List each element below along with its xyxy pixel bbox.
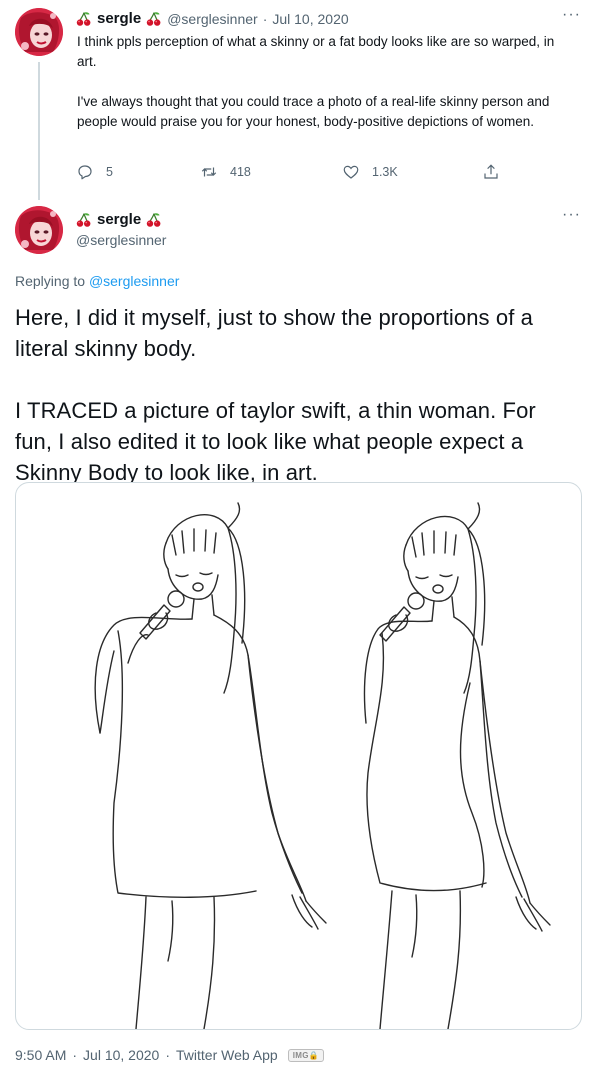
like-count: 1.3K (372, 165, 398, 179)
footer-time[interactable]: 9:50 AM (15, 1047, 66, 1063)
drawing-image (94, 502, 551, 1029)
figure-traced (94, 502, 327, 1029)
figure-edited (363, 502, 551, 1029)
img-badge: IMG🔒 (287, 1048, 324, 1062)
replying-to: Replying to @serglesinner (15, 273, 179, 289)
retweet-count: 418 (230, 165, 251, 179)
separator: · (262, 10, 268, 27)
cherry-icon (146, 11, 162, 27)
tweet2-paragraph-2: I TRACED a picture of taylor swift, a th… (15, 398, 536, 485)
footer-separator: · (72, 1047, 78, 1063)
reply-count: 5 (106, 165, 113, 179)
tweet-footer: 9:50 AM · Jul 10, 2020 · Twitter Web App… (15, 1047, 324, 1063)
footer-separator: · (165, 1047, 171, 1063)
retweet-button[interactable]: 418 (200, 163, 251, 181)
heart-icon (343, 165, 359, 179)
tweet2-header: sergle (76, 211, 162, 228)
footer-date[interactable]: Jul 10, 2020 (83, 1047, 159, 1063)
footer-source[interactable]: Twitter Web App (176, 1047, 278, 1063)
tweet1-header: sergle @serglesinner · Jul 10, 2020 (76, 10, 349, 27)
reply-icon (78, 165, 92, 180)
replying-handle-link[interactable]: @serglesinner (89, 273, 179, 289)
handle[interactable]: @serglesinner (167, 11, 257, 27)
avatar[interactable] (15, 8, 63, 56)
retweet-icon (201, 167, 217, 177)
share-button[interactable] (482, 163, 500, 181)
like-button[interactable]: 1.3K (342, 163, 398, 181)
thread-line (38, 62, 40, 200)
replying-prefix: Replying to (15, 273, 86, 289)
avatar[interactable] (15, 206, 63, 254)
tweet-media[interactable] (15, 482, 582, 1030)
tweet2-paragraph-1: Here, I did it myself, just to show the … (15, 305, 533, 361)
avatar-image (15, 8, 63, 56)
cherry-icon (76, 11, 92, 27)
handle[interactable]: @serglesinner (76, 232, 166, 248)
share-icon (484, 164, 498, 179)
cherry-icon (146, 212, 162, 228)
more-options-button[interactable]: ··· (562, 6, 581, 24)
tweet-date[interactable]: Jul 10, 2020 (272, 11, 348, 27)
display-name[interactable]: sergle (97, 10, 141, 27)
cherry-icon (76, 212, 92, 228)
display-name[interactable]: sergle (97, 211, 141, 228)
tweet1-paragraph-1: I think ppls perception of what a skinny… (77, 34, 555, 69)
more-options-button[interactable]: ··· (562, 206, 581, 224)
tweet1-text: I think ppls perception of what a skinny… (77, 32, 577, 132)
tweet1-paragraph-2: I've always thought that you could trace… (77, 94, 550, 129)
tweet2-text: Here, I did it myself, just to show the … (15, 302, 575, 488)
avatar-image (15, 206, 63, 254)
reply-button[interactable]: 5 (76, 163, 113, 181)
